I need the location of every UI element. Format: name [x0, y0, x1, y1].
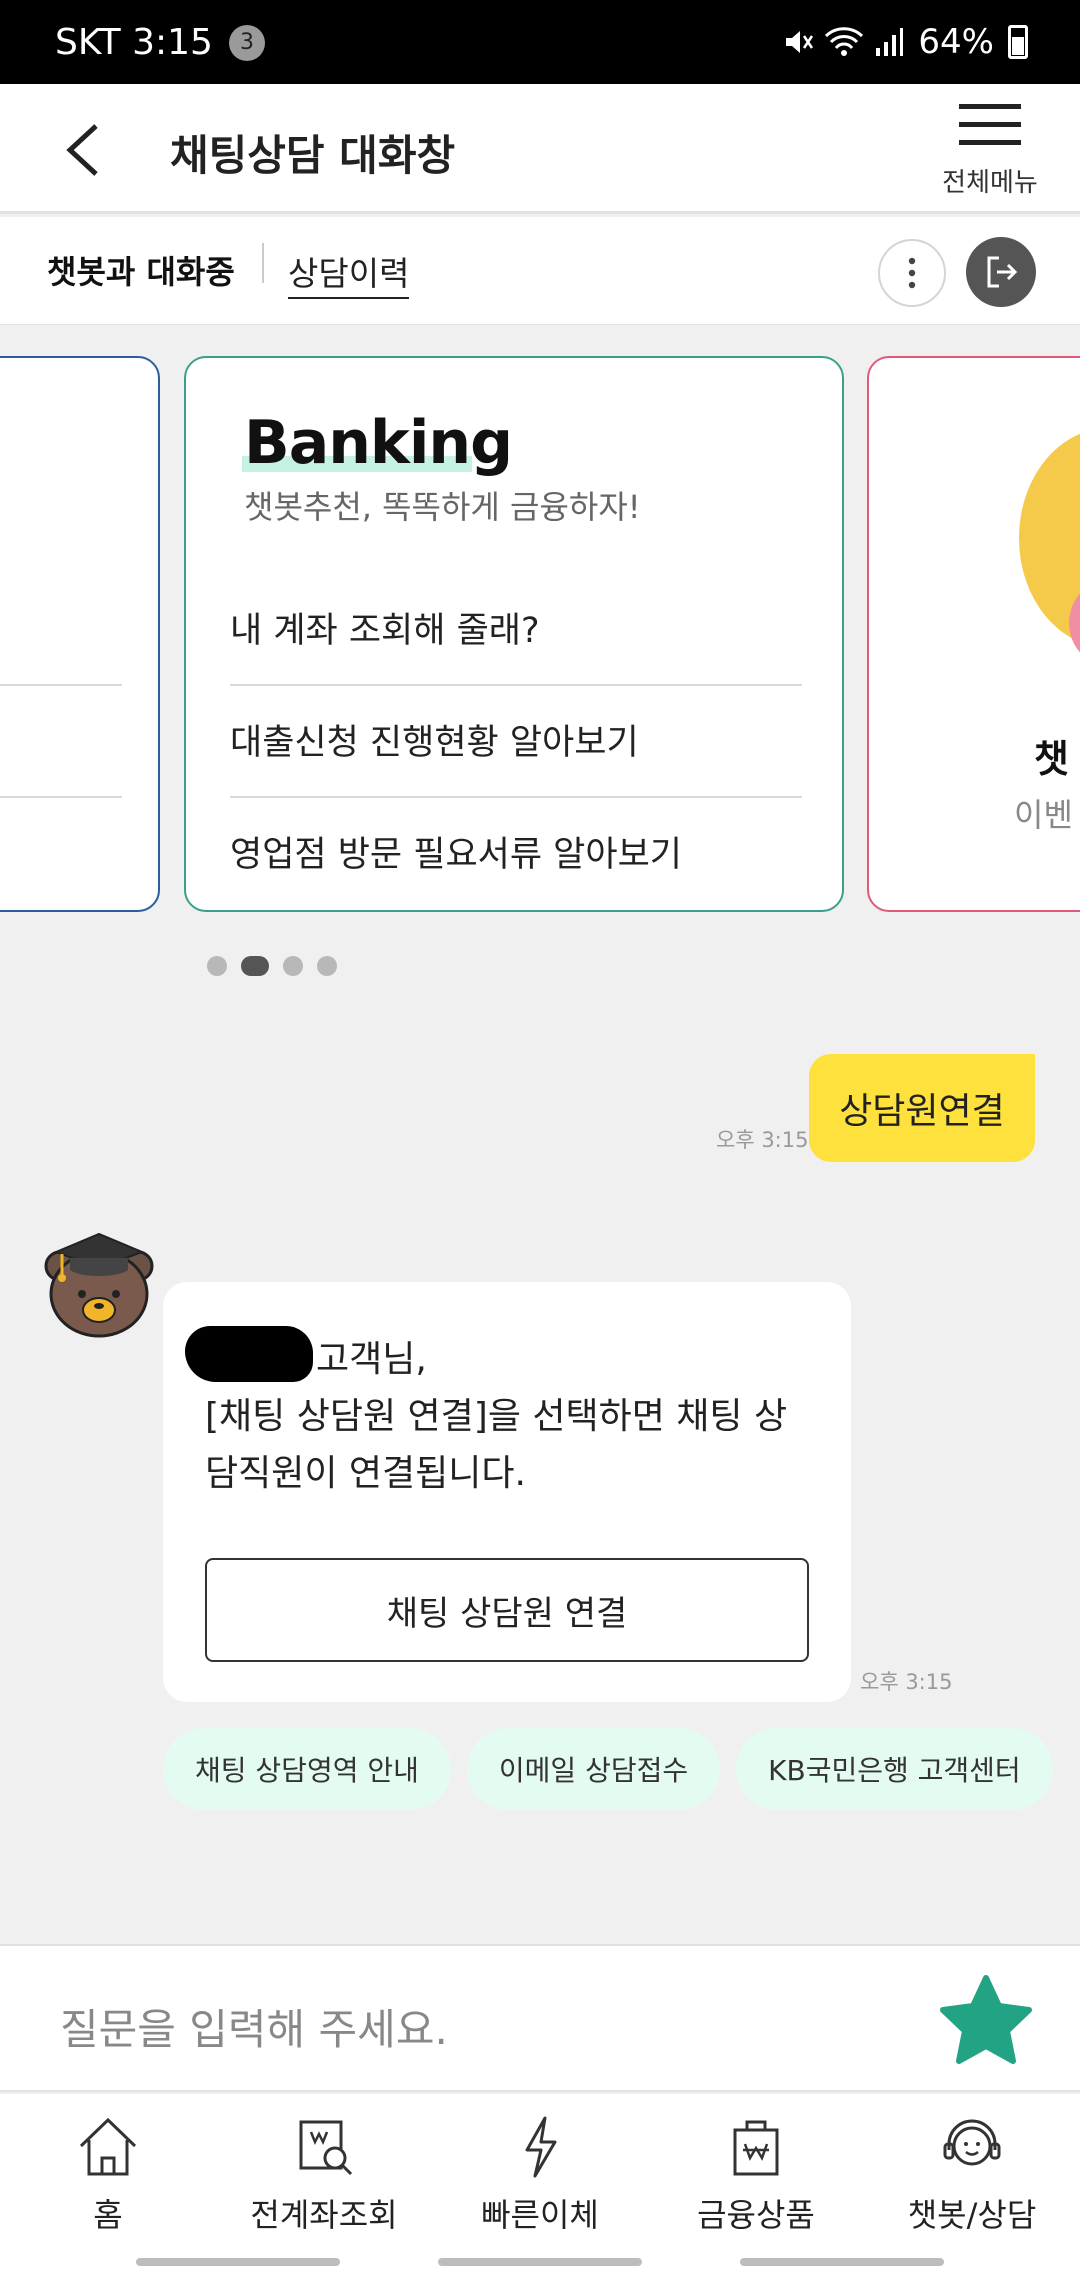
- more-options-button[interactable]: [878, 239, 946, 307]
- page-dot[interactable]: [207, 956, 227, 976]
- suggestion-item[interactable]: 대출신청 진행현황 알아보기: [230, 714, 802, 765]
- star-icon[interactable]: [936, 1974, 1036, 2070]
- suggestion-divider: [230, 796, 802, 798]
- card-subtitle-partial: 이벤: [1014, 796, 1073, 834]
- card-divider: [0, 796, 122, 798]
- nav-financial-products[interactable]: 금융상품: [648, 2094, 864, 2244]
- chat-subbar: 챗봇과 대화중 상담이력: [0, 217, 1080, 325]
- quick-reply-chips: 채팅 상담영역 안내 이메일 상담접수 KB국민은행 고객센터: [163, 1728, 1053, 1810]
- quick-reply-chip[interactable]: KB국민은행 고객센터: [736, 1728, 1053, 1810]
- battery-percent: 64%: [918, 22, 994, 62]
- chatbot-agent-icon: [943, 2119, 1001, 2166]
- carrier-time: SKT 3:15: [55, 22, 213, 63]
- page-dot-active[interactable]: [241, 956, 269, 976]
- bottom-navigation: 홈 전계좌조회 빠른이체 금융상품 챗봇/상담: [0, 2094, 1080, 2244]
- financial-product-icon: [733, 2120, 779, 2176]
- mute-icon: [786, 31, 814, 53]
- bot-greeting: 고객님,: [316, 1339, 427, 1380]
- consult-history-link[interactable]: 상담이력: [288, 247, 410, 299]
- carousel-pagination: [207, 956, 337, 976]
- gesture-handle[interactable]: [740, 2258, 944, 2266]
- connect-agent-button[interactable]: 채팅 상담원 연결: [205, 1558, 809, 1662]
- card-title-text: Banking: [244, 408, 513, 478]
- lightning-icon: [525, 2116, 557, 2178]
- carousel-card-prev[interactable]: [0, 356, 160, 912]
- page-dot[interactable]: [283, 956, 303, 976]
- battery-icon: [1008, 25, 1028, 59]
- user-message-bubble: 상담원연결: [809, 1054, 1035, 1162]
- chatbot-bear-avatar-icon: [44, 1232, 154, 1338]
- bot-message-text: [채팅 상담원 연결]을 선택하면 채팅 상담직원이 연결됩니다.: [205, 1396, 788, 1494]
- carousel-card-next[interactable]: 챗 이벤: [867, 356, 1080, 912]
- suggestion-item[interactable]: 영업점 방문 필요서류 알아보기: [230, 826, 802, 877]
- account-search-icon: [299, 2120, 353, 2176]
- full-menu-button[interactable]: 전체메뉴: [930, 102, 1050, 212]
- carousel-card-banking: Banking 챗봇추천, 똑똑하게 금융하자! 내 계좌 조회해 줄래? 대출…: [184, 356, 844, 912]
- nav-quick-transfer[interactable]: 빠른이체: [432, 2094, 648, 2244]
- user-message-time: 오후 3:15: [716, 1128, 809, 1152]
- redacted-name: [185, 1326, 313, 1382]
- hamburger-icon: [959, 104, 1021, 145]
- nav-label: 챗봇/상담: [907, 2196, 1037, 2234]
- suggestion-item[interactable]: 내 계좌 조회해 줄래?: [230, 602, 802, 653]
- status-right: 64%: [782, 22, 1028, 62]
- card-title-partial: 챗: [1034, 737, 1069, 781]
- gesture-handle[interactable]: [136, 2258, 340, 2266]
- nav-label: 빠른이체: [481, 2196, 599, 2234]
- notification-count-badge: 3: [228, 24, 265, 61]
- nav-label: 홈: [93, 2196, 123, 2234]
- status-icons: [782, 26, 904, 58]
- quick-reply-chip[interactable]: 채팅 상담영역 안내: [163, 1728, 451, 1810]
- bot-message-time: 오후 3:15: [860, 1670, 953, 1694]
- app-header: 채팅상담 대화창 전체메뉴: [0, 84, 1080, 214]
- page-dot[interactable]: [317, 956, 337, 976]
- card-subtitle: 챗봇추천, 똑똑하게 금융하자!: [244, 488, 641, 526]
- status-left: SKT 3:15 3: [55, 22, 265, 63]
- signal-icon: [876, 28, 904, 56]
- chat-input-bar: 질문을 입력해 주세요.: [0, 1944, 1080, 2092]
- gesture-handle[interactable]: [438, 2258, 642, 2266]
- wifi-icon: [825, 27, 864, 56]
- quick-reply-chip[interactable]: 이메일 상담접수: [466, 1728, 721, 1810]
- nav-label: 금융상품: [697, 2196, 815, 2234]
- nav-home[interactable]: 홈: [0, 2094, 216, 2244]
- card-divider: [0, 684, 122, 686]
- card-title: Banking: [242, 408, 513, 478]
- tab-chatbot-active[interactable]: 챗봇과 대화중: [47, 247, 235, 293]
- tab-divider: [262, 243, 264, 283]
- page-title: 채팅상담 대화창: [170, 131, 456, 180]
- back-arrow-icon: [66, 124, 98, 176]
- exit-icon: [987, 256, 1018, 288]
- more-vertical-icon: [908, 257, 916, 289]
- status-bar: SKT 3:15 3 64%: [0, 0, 1080, 84]
- exit-chat-button[interactable]: [966, 237, 1036, 307]
- question-input[interactable]: 질문을 입력해 주세요.: [60, 1996, 448, 2057]
- suggestion-divider: [230, 684, 802, 686]
- bot-message-bubble: 고객님, [채팅 상담원 연결]을 선택하면 채팅 상담직원이 연결됩니다. 채…: [163, 1282, 851, 1702]
- system-gesture-bar: [0, 2244, 1080, 2280]
- home-icon: [79, 2117, 137, 2176]
- nav-label: 전계좌조회: [250, 2196, 398, 2234]
- back-button[interactable]: [60, 122, 110, 178]
- nav-all-accounts[interactable]: 전계좌조회: [216, 2094, 432, 2244]
- nav-chatbot-consult[interactable]: 챗봇/상담: [864, 2094, 1080, 2244]
- full-menu-label: 전체메뉴: [942, 168, 1038, 198]
